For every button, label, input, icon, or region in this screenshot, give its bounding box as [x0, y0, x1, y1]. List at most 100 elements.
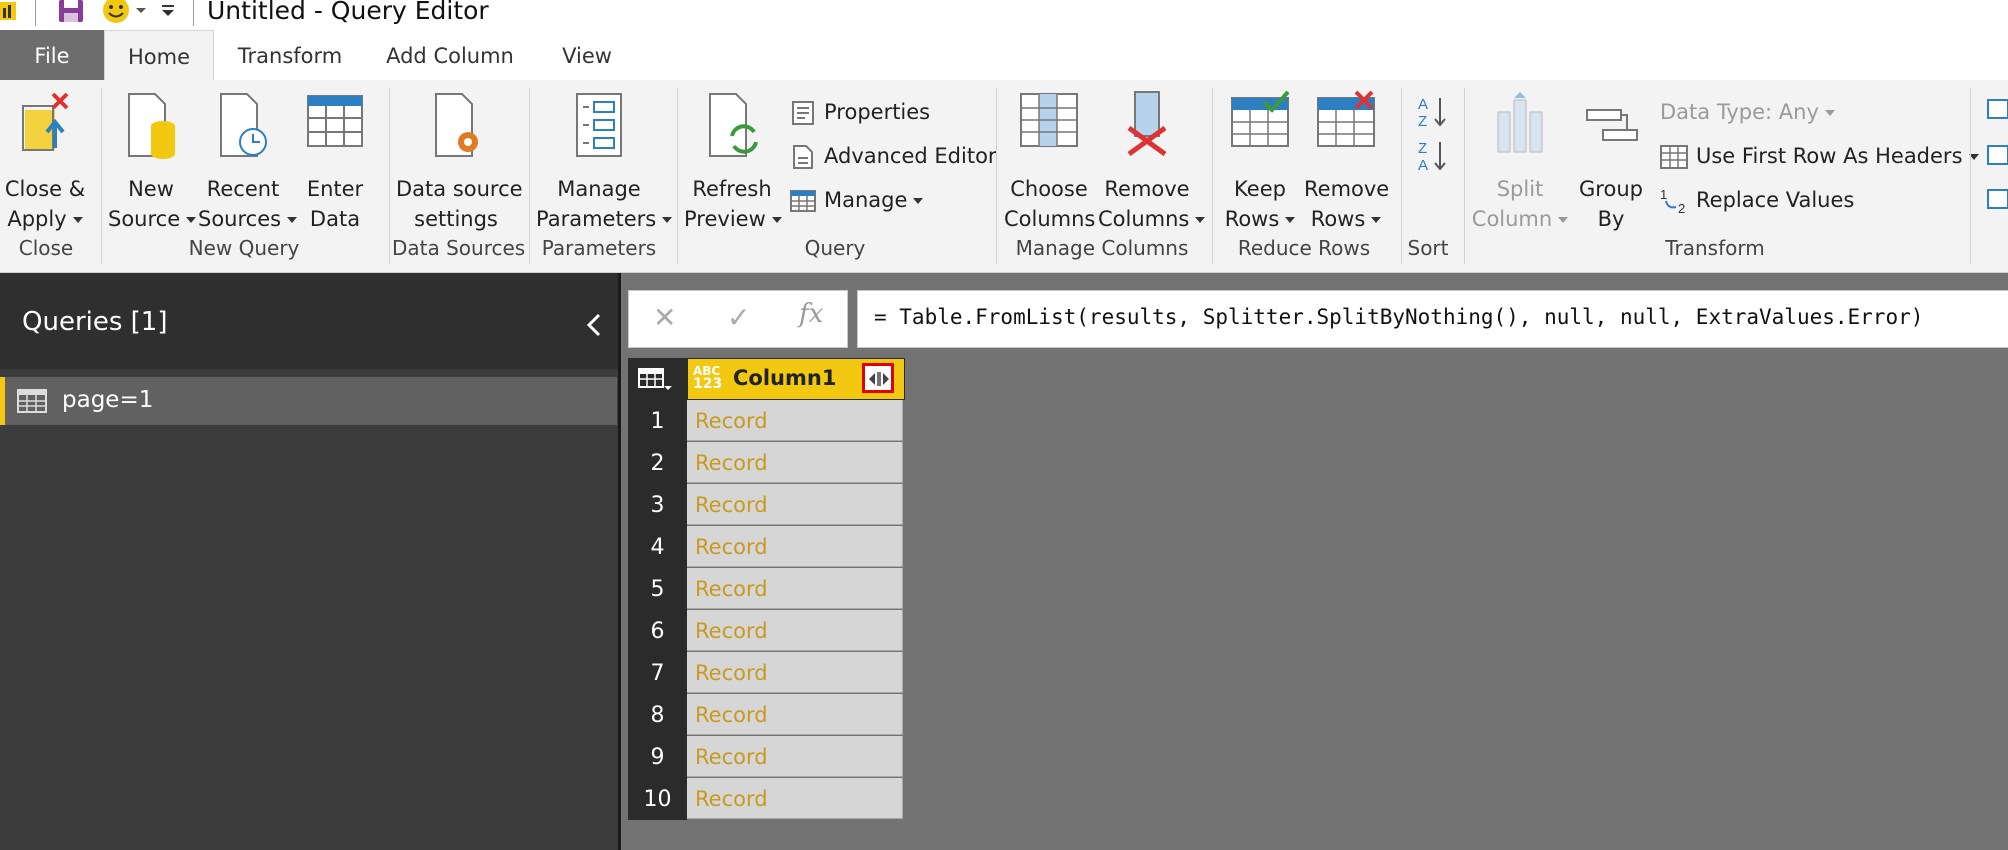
refresh-preview-button[interactable]: Refresh Preview — [684, 90, 780, 231]
row-number[interactable]: 10 — [628, 778, 687, 820]
tab-add-column[interactable]: Add Column — [380, 30, 520, 80]
recent-sources-label-1: Recent — [206, 177, 280, 201]
group-by-label-1: Group — [1579, 177, 1643, 201]
fx-icon[interactable]: fx — [799, 299, 823, 329]
enter-data-button[interactable]: Enter Data — [292, 90, 378, 231]
row-number[interactable]: 5 — [628, 568, 687, 610]
tab-transform[interactable]: Transform — [228, 30, 352, 80]
choose-columns-icon — [1020, 93, 1078, 147]
sort-descending-icon: ZA — [1418, 140, 1446, 174]
record-cell[interactable]: Record — [687, 778, 903, 819]
choose-columns-button[interactable]: Choose Columns — [1004, 90, 1095, 231]
svg-text:A: A — [1418, 96, 1428, 113]
record-cell[interactable]: Record — [687, 652, 903, 693]
table-menu-icon — [638, 368, 672, 390]
sort-descending-button[interactable]: ZA — [1416, 138, 1448, 178]
group-label-transform: Transform — [1665, 236, 1765, 260]
advanced-editor-button[interactable]: Advanced Editor — [790, 140, 997, 172]
record-cell[interactable]: Record — [687, 442, 903, 483]
properties-label: Properties — [824, 100, 931, 124]
record-cell[interactable]: Record — [687, 484, 903, 525]
data-source-label-1: Data source — [396, 177, 523, 201]
queries-title: Queries [1] — [22, 307, 168, 337]
manage-parameters-button[interactable]: Manage Parameters — [536, 90, 662, 231]
column-type-icon[interactable]: ABC 123 — [693, 365, 722, 392]
table-icon — [17, 389, 47, 413]
keep-rows-label-2: Rows — [1218, 204, 1302, 234]
column-header-column1[interactable]: ABC 123 Column1 — [687, 358, 905, 400]
close-apply-icon — [22, 92, 69, 151]
remove-columns-label-1: Remove — [1104, 177, 1190, 201]
remove-rows-label-1: Remove — [1304, 177, 1390, 201]
new-source-label-2: Source — [108, 204, 194, 234]
tab-home[interactable]: Home — [104, 30, 214, 82]
group-separator — [677, 88, 678, 264]
manage-button[interactable]: Manage — [790, 184, 923, 216]
customize-toolbar-icon[interactable] — [160, 3, 176, 17]
group-label-close: Close — [18, 236, 74, 260]
close-apply-button[interactable]: Close & Apply — [2, 90, 88, 231]
replace-values-button[interactable]: 1 2 Replace Values — [1660, 184, 1854, 216]
svg-text:1: 1 — [1660, 187, 1667, 202]
tab-file[interactable]: File — [0, 30, 104, 80]
cancel-formula-button[interactable]: ✕ — [653, 301, 676, 334]
enter-data-label-2: Data — [309, 207, 361, 231]
row-number[interactable]: 6 — [628, 610, 687, 652]
table-menu-button[interactable] — [628, 358, 687, 400]
svg-text:2: 2 — [1678, 201, 1685, 215]
split-column-button[interactable]: Split Column — [1470, 90, 1570, 231]
smiley-feedback-icon[interactable] — [101, 0, 131, 24]
keep-rows-label-1: Keep — [1234, 177, 1286, 201]
keep-rows-icon — [1231, 90, 1290, 147]
enter-data-label-1: Enter — [306, 177, 364, 201]
use-first-row-headers-button[interactable]: Use First Row As Headers — [1660, 140, 1979, 172]
recent-sources-button[interactable]: Recent Sources — [198, 90, 288, 231]
remove-rows-label-2: Rows — [1304, 204, 1388, 234]
record-cell[interactable]: Record — [687, 610, 903, 651]
remove-rows-button[interactable]: Remove Rows — [1304, 90, 1390, 231]
chevron-down-icon[interactable] — [135, 6, 147, 16]
table-headers-icon — [1660, 145, 1688, 169]
expand-column-button[interactable] — [862, 363, 894, 393]
row-number[interactable]: 7 — [628, 652, 687, 694]
row-number[interactable]: 8 — [628, 694, 687, 736]
data-source-settings-button[interactable]: Data source settings — [396, 90, 523, 231]
confirm-formula-button[interactable]: ✓ — [727, 301, 750, 334]
choose-columns-label-2: Columns — [1004, 207, 1096, 231]
svg-text:Z: Z — [1418, 113, 1427, 130]
more-tools-icon[interactable] — [1984, 94, 2008, 214]
column-name: Column1 — [733, 366, 837, 390]
row-number[interactable]: 3 — [628, 484, 687, 526]
remove-rows-icon — [1317, 90, 1375, 147]
group-separator — [996, 88, 997, 264]
group-label-parameters: Parameters — [541, 236, 657, 260]
row-number[interactable]: 1 — [628, 400, 687, 442]
remove-columns-button[interactable]: Remove Columns — [1098, 90, 1196, 231]
group-by-button[interactable]: Group By — [1570, 90, 1652, 231]
row-number[interactable]: 4 — [628, 526, 687, 568]
data-type-dropdown[interactable]: Data Type: Any — [1660, 96, 1835, 128]
sort-ascending-button[interactable]: AZ — [1416, 94, 1448, 134]
row-number[interactable]: 9 — [628, 736, 687, 778]
new-source-button[interactable]: New Source — [108, 90, 194, 231]
query-item[interactable]: page=1 — [0, 377, 617, 425]
collapse-pane-icon[interactable] — [586, 313, 602, 337]
record-cell[interactable]: Record — [687, 526, 903, 567]
save-icon[interactable] — [58, 0, 84, 24]
record-cell[interactable]: Record — [687, 568, 903, 609]
group-label-reduce-rows: Reduce Rows — [1237, 236, 1371, 260]
keep-rows-button[interactable]: Keep Rows — [1218, 90, 1302, 231]
svg-text:Z: Z — [1418, 140, 1427, 157]
group-label-manage-columns: Manage Columns — [1015, 236, 1189, 260]
properties-button[interactable]: Properties — [790, 96, 930, 128]
group-separator — [1401, 88, 1402, 264]
record-cell[interactable]: Record — [687, 400, 903, 441]
record-cell[interactable]: Record — [687, 736, 903, 777]
formula-input[interactable]: = Table.FromList(results, Splitter.Split… — [857, 290, 2008, 348]
split-column-label-2: Column — [1470, 204, 1570, 234]
tab-view[interactable]: View — [552, 30, 622, 80]
row-number[interactable]: 2 — [628, 442, 687, 484]
replace-values-label: Replace Values — [1696, 188, 1855, 212]
group-label-query: Query — [804, 236, 866, 260]
record-cell[interactable]: Record — [687, 694, 903, 735]
